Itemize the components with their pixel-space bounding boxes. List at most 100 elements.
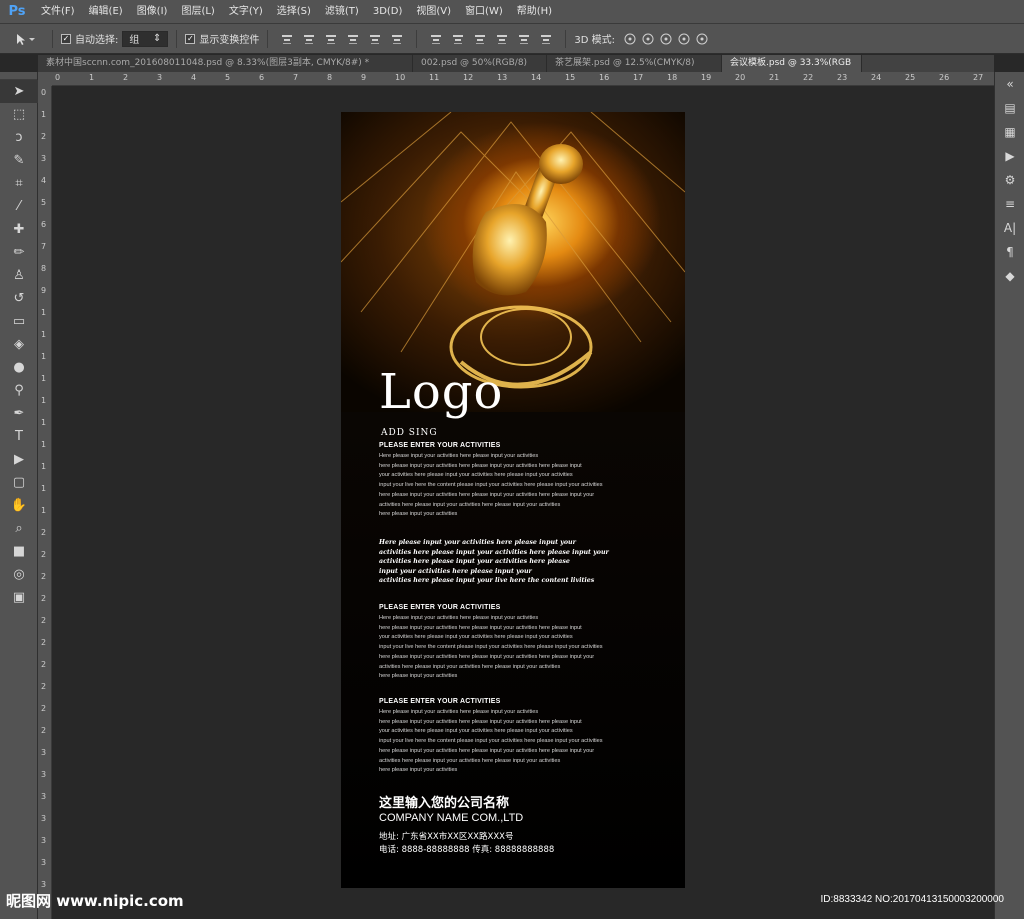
panel-grip[interactable]	[0, 72, 37, 80]
menu-item[interactable]: 文字(Y)	[222, 0, 270, 24]
ruler-tick-label: 24	[871, 73, 882, 82]
ruler-tick-label: 9	[41, 286, 47, 295]
menu-item[interactable]: 图层(L)	[174, 0, 221, 24]
align-icon[interactable]	[429, 32, 443, 46]
3d-panel-icon[interactable]: ◆	[995, 264, 1024, 288]
paint-bucket-icon[interactable]: ◈	[0, 333, 38, 356]
company-phone: 电话: 8888-88888888 传真: 88888888888	[379, 845, 555, 855]
scale-3d-icon[interactable]	[695, 32, 709, 46]
document-tab[interactable]: 素材中国sccnn.com_201608011048.psd @ 8.33%(图…	[38, 55, 413, 72]
slide-3d-icon[interactable]	[677, 32, 691, 46]
ruler-tick-label: 7	[41, 242, 47, 251]
character-panel-icon[interactable]: A|	[995, 216, 1024, 240]
clone-stamp-icon[interactable]: ♙	[0, 264, 38, 287]
move-tool-icon[interactable]: ➤	[0, 80, 38, 103]
menu-item[interactable]: 视图(V)	[409, 0, 458, 24]
roll-3d-icon[interactable]	[641, 32, 655, 46]
history-panel-icon[interactable]: ▤	[995, 96, 1024, 120]
document-tab[interactable]: 茶艺展架.psd @ 12.5%(CMYK/8)	[547, 55, 722, 72]
align-icon[interactable]	[280, 32, 294, 46]
document-tab[interactable]: 002.psd @ 50%(RGB/8)	[413, 55, 547, 72]
activity-line: input your live here the content please …	[379, 644, 603, 651]
ruler-tick-label: 10	[395, 73, 406, 82]
collapse-arrows-icon[interactable]: «	[995, 72, 1024, 96]
auto-select-checkbox[interactable]: ✓	[61, 33, 71, 44]
tool-preset-picker[interactable]	[14, 32, 44, 46]
activity-line: activities here please input your activi…	[379, 663, 561, 670]
healing-brush-icon[interactable]: ✚	[0, 218, 38, 241]
vertical-ruler[interactable]: 0 1 2 3 4 5 6 7 8 9 1 1 1 1 1 1 1 1 1 1 2 2 2 2 2 2 2 2 2 2 3 3 3 3 3 3 3	[38, 86, 52, 919]
align-icon[interactable]	[451, 32, 465, 46]
activity-line: here please input your activities	[379, 511, 458, 518]
menu-item[interactable]: 文件(F)	[34, 0, 82, 24]
options-bar: ✓ 自动选择: 组 ⇕ ✓ 显示变换控件 3D 模式:	[0, 24, 1024, 54]
menu-item[interactable]: 滤镜(T)	[318, 0, 366, 24]
move-tool-icon	[17, 33, 35, 45]
menu-item[interactable]: 编辑(E)	[82, 0, 130, 24]
ruler-tick-label: 2	[41, 660, 47, 669]
poster-logo: Logo	[379, 364, 504, 420]
hand-tool-icon[interactable]: ✋	[0, 494, 38, 517]
ruler-tick-label: 2	[41, 572, 47, 581]
show-transform-checkbox[interactable]: ✓	[185, 33, 196, 44]
auto-select-dropdown[interactable]: 组 ⇕	[122, 30, 169, 47]
ruler-tick-label: 2	[41, 616, 47, 625]
ruler-tick-label: 27	[973, 73, 984, 82]
path-select-icon[interactable]: ▶	[0, 448, 38, 471]
blur-tool-icon[interactable]: ●	[0, 356, 38, 379]
canvas-area[interactable]: Logo ADD SING PLEASE ENTER YOUR ACTIVITI…	[52, 86, 994, 919]
right-panel-dock: «▤ ▦ ▶ ⚙ ≡ A| ¶ ◆	[994, 72, 1024, 919]
align-icon[interactable]	[473, 32, 487, 46]
menu-item[interactable]: 3D(D)	[366, 0, 410, 24]
align-icon[interactable]	[302, 32, 316, 46]
dodge-tool-icon[interactable]: ⚲	[0, 379, 38, 402]
poster-document[interactable]: Logo ADD SING PLEASE ENTER YOUR ACTIVITI…	[341, 112, 685, 888]
menu-item[interactable]: 图像(I)	[130, 0, 175, 24]
layers-panel-icon[interactable]: ≡	[995, 192, 1024, 216]
lasso-tool-icon[interactable]: ↄ	[0, 126, 38, 149]
marquee-tool-icon[interactable]: ⬚	[0, 103, 38, 126]
adjustments-panel-icon[interactable]: ⚙	[995, 168, 1024, 192]
ruler-origin[interactable]	[38, 72, 52, 86]
align-icon[interactable]	[368, 32, 382, 46]
brush-tool-icon[interactable]: ✏	[0, 241, 38, 264]
properties-panel-icon[interactable]: ▦	[995, 120, 1024, 144]
horizontal-ruler[interactable]: 0 1 2 3 4 5 6 7 8 9 10 11 12 13 14 15 16 17 18 19 20 21 22 23 24…	[52, 72, 994, 86]
quick-select-icon[interactable]: ✎	[0, 149, 38, 172]
menu-item[interactable]: 选择(S)	[270, 0, 318, 24]
id-watermark: ID:8833342 NO:20170413150003200000	[820, 894, 1005, 905]
actions-panel-icon[interactable]: ▶	[995, 144, 1024, 168]
activity-line: here please input your activities here p…	[379, 624, 582, 631]
script-line: input your activities here please input …	[379, 567, 532, 575]
script-line: activities here please input your live h…	[379, 577, 595, 585]
align-icon[interactable]	[390, 32, 404, 46]
menu-item[interactable]: 窗口(W)	[458, 0, 510, 24]
rotate-3d-icon[interactable]	[623, 32, 637, 46]
activity-line: activities here please input your activi…	[379, 757, 561, 764]
align-icon[interactable]	[324, 32, 338, 46]
align-icon[interactable]	[346, 32, 360, 46]
drag-3d-icon[interactable]	[659, 32, 673, 46]
align-icon[interactable]	[517, 32, 531, 46]
ruler-tick-label: 9	[361, 73, 367, 82]
auto-select-label: 自动选择:	[75, 35, 119, 46]
quick-mask-icon[interactable]: ◎	[0, 563, 38, 586]
paragraph-panel-icon[interactable]: ¶	[995, 240, 1024, 264]
eyedropper-icon[interactable]: ⁄	[0, 195, 38, 218]
type-tool-icon[interactable]: T	[0, 425, 38, 448]
document-tab[interactable]: 会议模板.psd @ 33.3%(RGB	[722, 55, 862, 72]
nipic-watermark: 昵图网 www.nipic.com	[6, 892, 184, 910]
ruler-tick-label: 2	[41, 682, 47, 691]
align-icon[interactable]	[539, 32, 553, 46]
activity-line: here please input your activities here p…	[379, 747, 595, 754]
align-icon[interactable]	[495, 32, 509, 46]
eraser-tool-icon[interactable]: ▭	[0, 310, 38, 333]
screen-mode-icon[interactable]: ▣	[0, 586, 38, 609]
history-brush-icon[interactable]: ↺	[0, 287, 38, 310]
menu-item[interactable]: 帮助(H)	[510, 0, 559, 24]
pen-tool-icon[interactable]: ✒	[0, 402, 38, 425]
color-swatch-icon[interactable]: ■	[0, 540, 38, 563]
zoom-tool-icon[interactable]: ⌕	[0, 517, 38, 540]
crop-tool-icon[interactable]: ⌗	[0, 172, 38, 195]
shape-tool-icon[interactable]: ▢	[0, 471, 38, 494]
